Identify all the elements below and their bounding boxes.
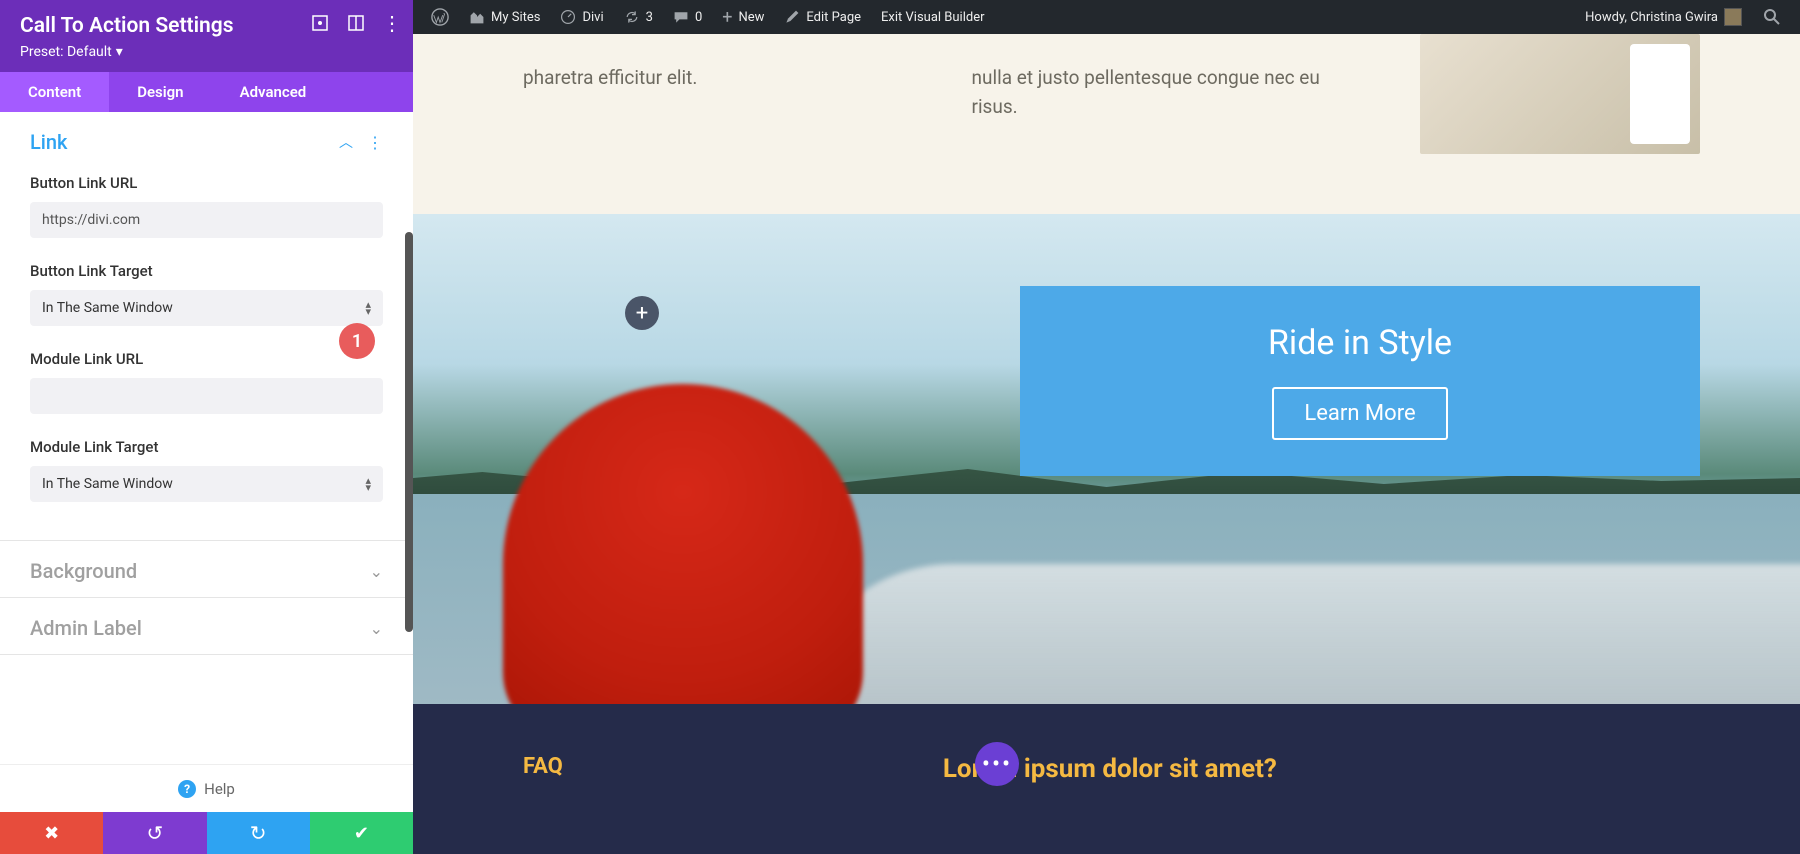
exit-vb-label: Exit Visual Builder	[881, 10, 984, 25]
annotation-badge-1: 1	[339, 323, 375, 359]
tab-advanced[interactable]: Advanced	[212, 72, 335, 112]
cta-title: Ride in Style	[1268, 323, 1452, 363]
section-kebab-icon[interactable]: ⋮	[367, 133, 383, 152]
module-link-url-input[interactable]	[30, 378, 383, 414]
faq-heading: FAQ	[523, 754, 563, 779]
howdy-link[interactable]: Howdy, Christina Gwira	[1575, 0, 1752, 34]
undo-button[interactable]: ↺	[103, 812, 206, 854]
preset-label: Preset: Default	[20, 44, 112, 60]
sites-icon	[469, 9, 485, 25]
expand-icon[interactable]	[311, 14, 329, 32]
refresh-icon	[624, 9, 640, 25]
wordpress-icon	[431, 8, 449, 26]
snap-icon[interactable]	[347, 14, 365, 32]
button-link-target-select[interactable]	[30, 290, 383, 326]
button-link-url-input[interactable]	[30, 202, 383, 238]
comment-icon	[673, 9, 689, 25]
page-preview: pharetra efficitur elit. nulla et justo …	[413, 34, 1800, 854]
kebab-menu-icon[interactable]: ⋮	[383, 14, 401, 32]
module-link-target-label: Module Link Target	[30, 438, 383, 456]
exit-visual-builder-link[interactable]: Exit Visual Builder	[871, 0, 994, 34]
site-name-link[interactable]: Divi	[550, 0, 613, 34]
module-link-url-label: Module Link URL	[30, 350, 383, 368]
intro-text-row: pharetra efficitur elit. nulla et justo …	[413, 34, 1800, 214]
undo-icon: ↺	[146, 821, 163, 845]
gauge-icon	[560, 9, 576, 25]
plus-icon: +	[636, 301, 648, 326]
plus-icon: +	[722, 7, 732, 28]
chevron-down-icon: ⌄	[370, 562, 383, 581]
avatar	[1724, 8, 1742, 26]
search-toggle[interactable]	[1752, 0, 1792, 34]
settings-tabs: Content Design Advanced	[0, 72, 413, 112]
tab-design[interactable]: Design	[109, 72, 211, 112]
redo-icon: ↻	[250, 821, 267, 845]
save-button[interactable]: ✔	[310, 812, 413, 854]
comments-count: 0	[695, 10, 702, 25]
add-module-button[interactable]: +	[625, 296, 659, 330]
section-admin-label-title: Admin Label	[30, 616, 142, 640]
button-link-url-label: Button Link URL	[30, 174, 383, 192]
section-link-title: Link	[30, 130, 67, 154]
updates-link[interactable]: 3	[614, 0, 663, 34]
chevron-up-icon[interactable]: ︿	[339, 132, 353, 152]
panel-scrollbar[interactable]	[405, 232, 413, 632]
site-name-label: Divi	[582, 10, 603, 25]
module-link-target-select[interactable]	[30, 466, 383, 502]
panel-header: Call To Action Settings Preset: Default …	[0, 0, 413, 72]
module-options-button[interactable]: •••	[975, 742, 1019, 786]
help-icon: ?	[178, 780, 196, 798]
cta-learn-more-button[interactable]: Learn More	[1272, 387, 1447, 440]
check-icon: ✔	[354, 823, 369, 844]
intro-text-col1: pharetra efficitur elit.	[513, 64, 912, 154]
tab-content[interactable]: Content	[0, 72, 109, 112]
wp-admin-bar: My Sites Divi 3 0 + New Edit Page Exit V…	[413, 0, 1800, 34]
panel-action-bar: ✖ ↺ ↻ ✔	[0, 812, 413, 854]
search-icon	[1762, 7, 1782, 27]
section-background-title: Background	[30, 559, 137, 583]
edit-page-link[interactable]: Edit Page	[774, 0, 871, 34]
hero-person	[503, 384, 863, 714]
intro-image	[1420, 34, 1700, 154]
discard-button[interactable]: ✖	[0, 812, 103, 854]
intro-text-col2: nulla et justo pellentesque congue nec e…	[972, 64, 1361, 154]
help-bar[interactable]: ? Help	[0, 764, 413, 812]
preset-dropdown[interactable]: Preset: Default ▾	[20, 44, 393, 60]
pencil-icon	[784, 9, 800, 25]
section-link-header[interactable]: Link ︿ ⋮	[0, 112, 413, 168]
chevron-down-icon: ⌄	[370, 619, 383, 638]
my-sites-link[interactable]: My Sites	[459, 0, 550, 34]
wp-logo[interactable]	[421, 0, 459, 34]
hero-boat	[793, 564, 1800, 714]
close-icon: ✖	[44, 823, 59, 844]
redo-button[interactable]: ↻	[207, 812, 310, 854]
updates-count: 3	[646, 10, 653, 25]
section-background-header[interactable]: Background ⌄	[0, 541, 413, 597]
module-settings-panel: Call To Action Settings Preset: Default …	[0, 0, 413, 854]
new-label: New	[738, 10, 764, 25]
new-link[interactable]: + New	[712, 0, 774, 34]
panel-body: Link ︿ ⋮ Button Link URL 1 Button Link T…	[0, 112, 413, 764]
caret-down-icon: ▾	[116, 44, 123, 60]
footer-section: FAQ Lorem ipsum dolor sit amet? •••	[413, 704, 1800, 854]
help-label: Help	[204, 780, 235, 798]
my-sites-label: My Sites	[491, 10, 540, 25]
section-admin-label-header[interactable]: Admin Label ⌄	[0, 598, 413, 654]
edit-page-label: Edit Page	[806, 10, 861, 25]
button-link-target-label: Button Link Target	[30, 262, 383, 280]
cta-module[interactable]: Ride in Style Learn More	[1020, 286, 1700, 476]
dots-icon: •••	[982, 750, 1012, 778]
comments-link[interactable]: 0	[663, 0, 712, 34]
howdy-label: Howdy, Christina Gwira	[1585, 10, 1718, 25]
hero-section: + Ride in Style Learn More	[413, 214, 1800, 714]
